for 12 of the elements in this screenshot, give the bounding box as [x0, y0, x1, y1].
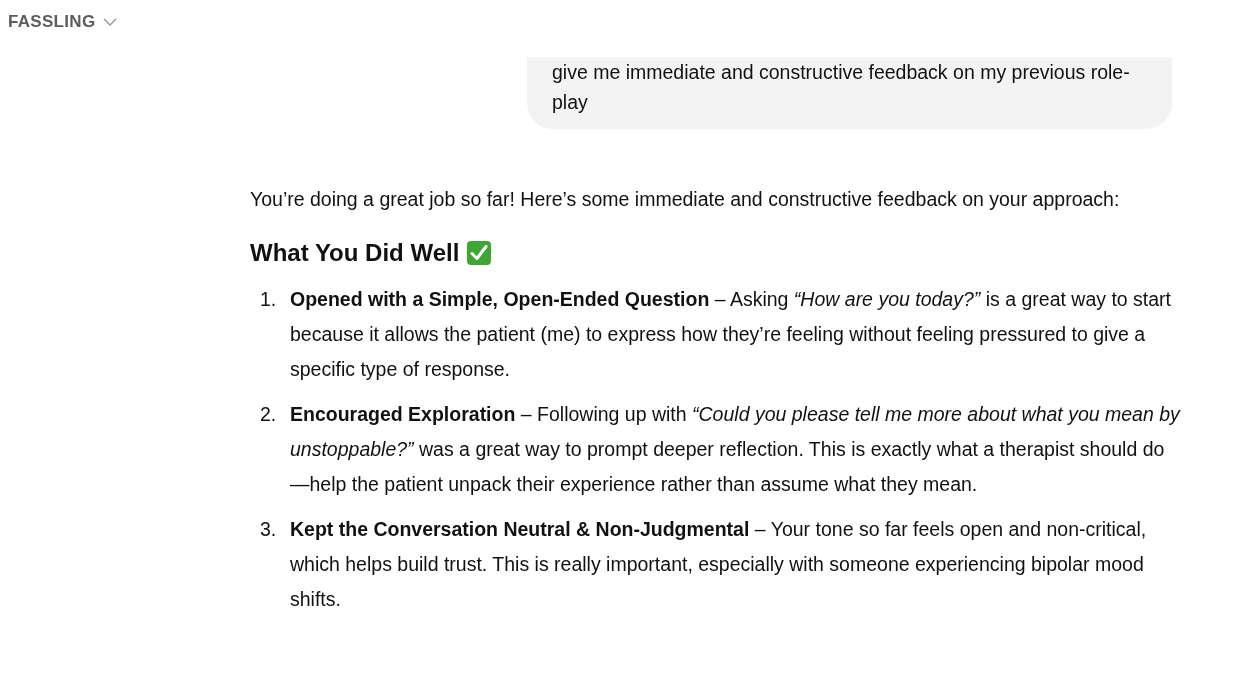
section-heading: What You Did Well [250, 238, 460, 268]
chevron-down-icon [103, 17, 118, 27]
list-item-text: Opened with a Simple, Open-Ended Question – Asking “How are you today?” is a great way to start because it allows the patient (me) to express how they’re feeling without feeling pressured to give a specific type of response. [290, 287, 1173, 382]
reply-intro: You’re doing a great job so far! Here’s some immediate and constructive feedback on your approach: [250, 187, 1121, 212]
list-item-text: Kept the Conversation Neutral & Non-Judgmental – Your tone so far feels open and non-critical, which helps build trust. This is really important, especially with someone experiencing bipolar mood shifts. [290, 517, 1148, 612]
check-mark-icon [467, 241, 492, 265]
list-number: 3. [259, 517, 278, 542]
list-item-text: Encouraged Exploration – Following up with “Could you please tell me more about what you mean by unstoppable?” was a great way to prompt deeper reflection. This is exactly what a therapist should do—help the patient unpack their experience rather than assume what they mean. [290, 402, 1180, 497]
user-message: give me immediate and constructive feedback on my previous role-play [527, 57, 1172, 129]
list-number: 2. [259, 402, 278, 427]
list-number: 1. [259, 287, 278, 312]
assistant-selector[interactable]: FASSLING [8, 12, 118, 32]
